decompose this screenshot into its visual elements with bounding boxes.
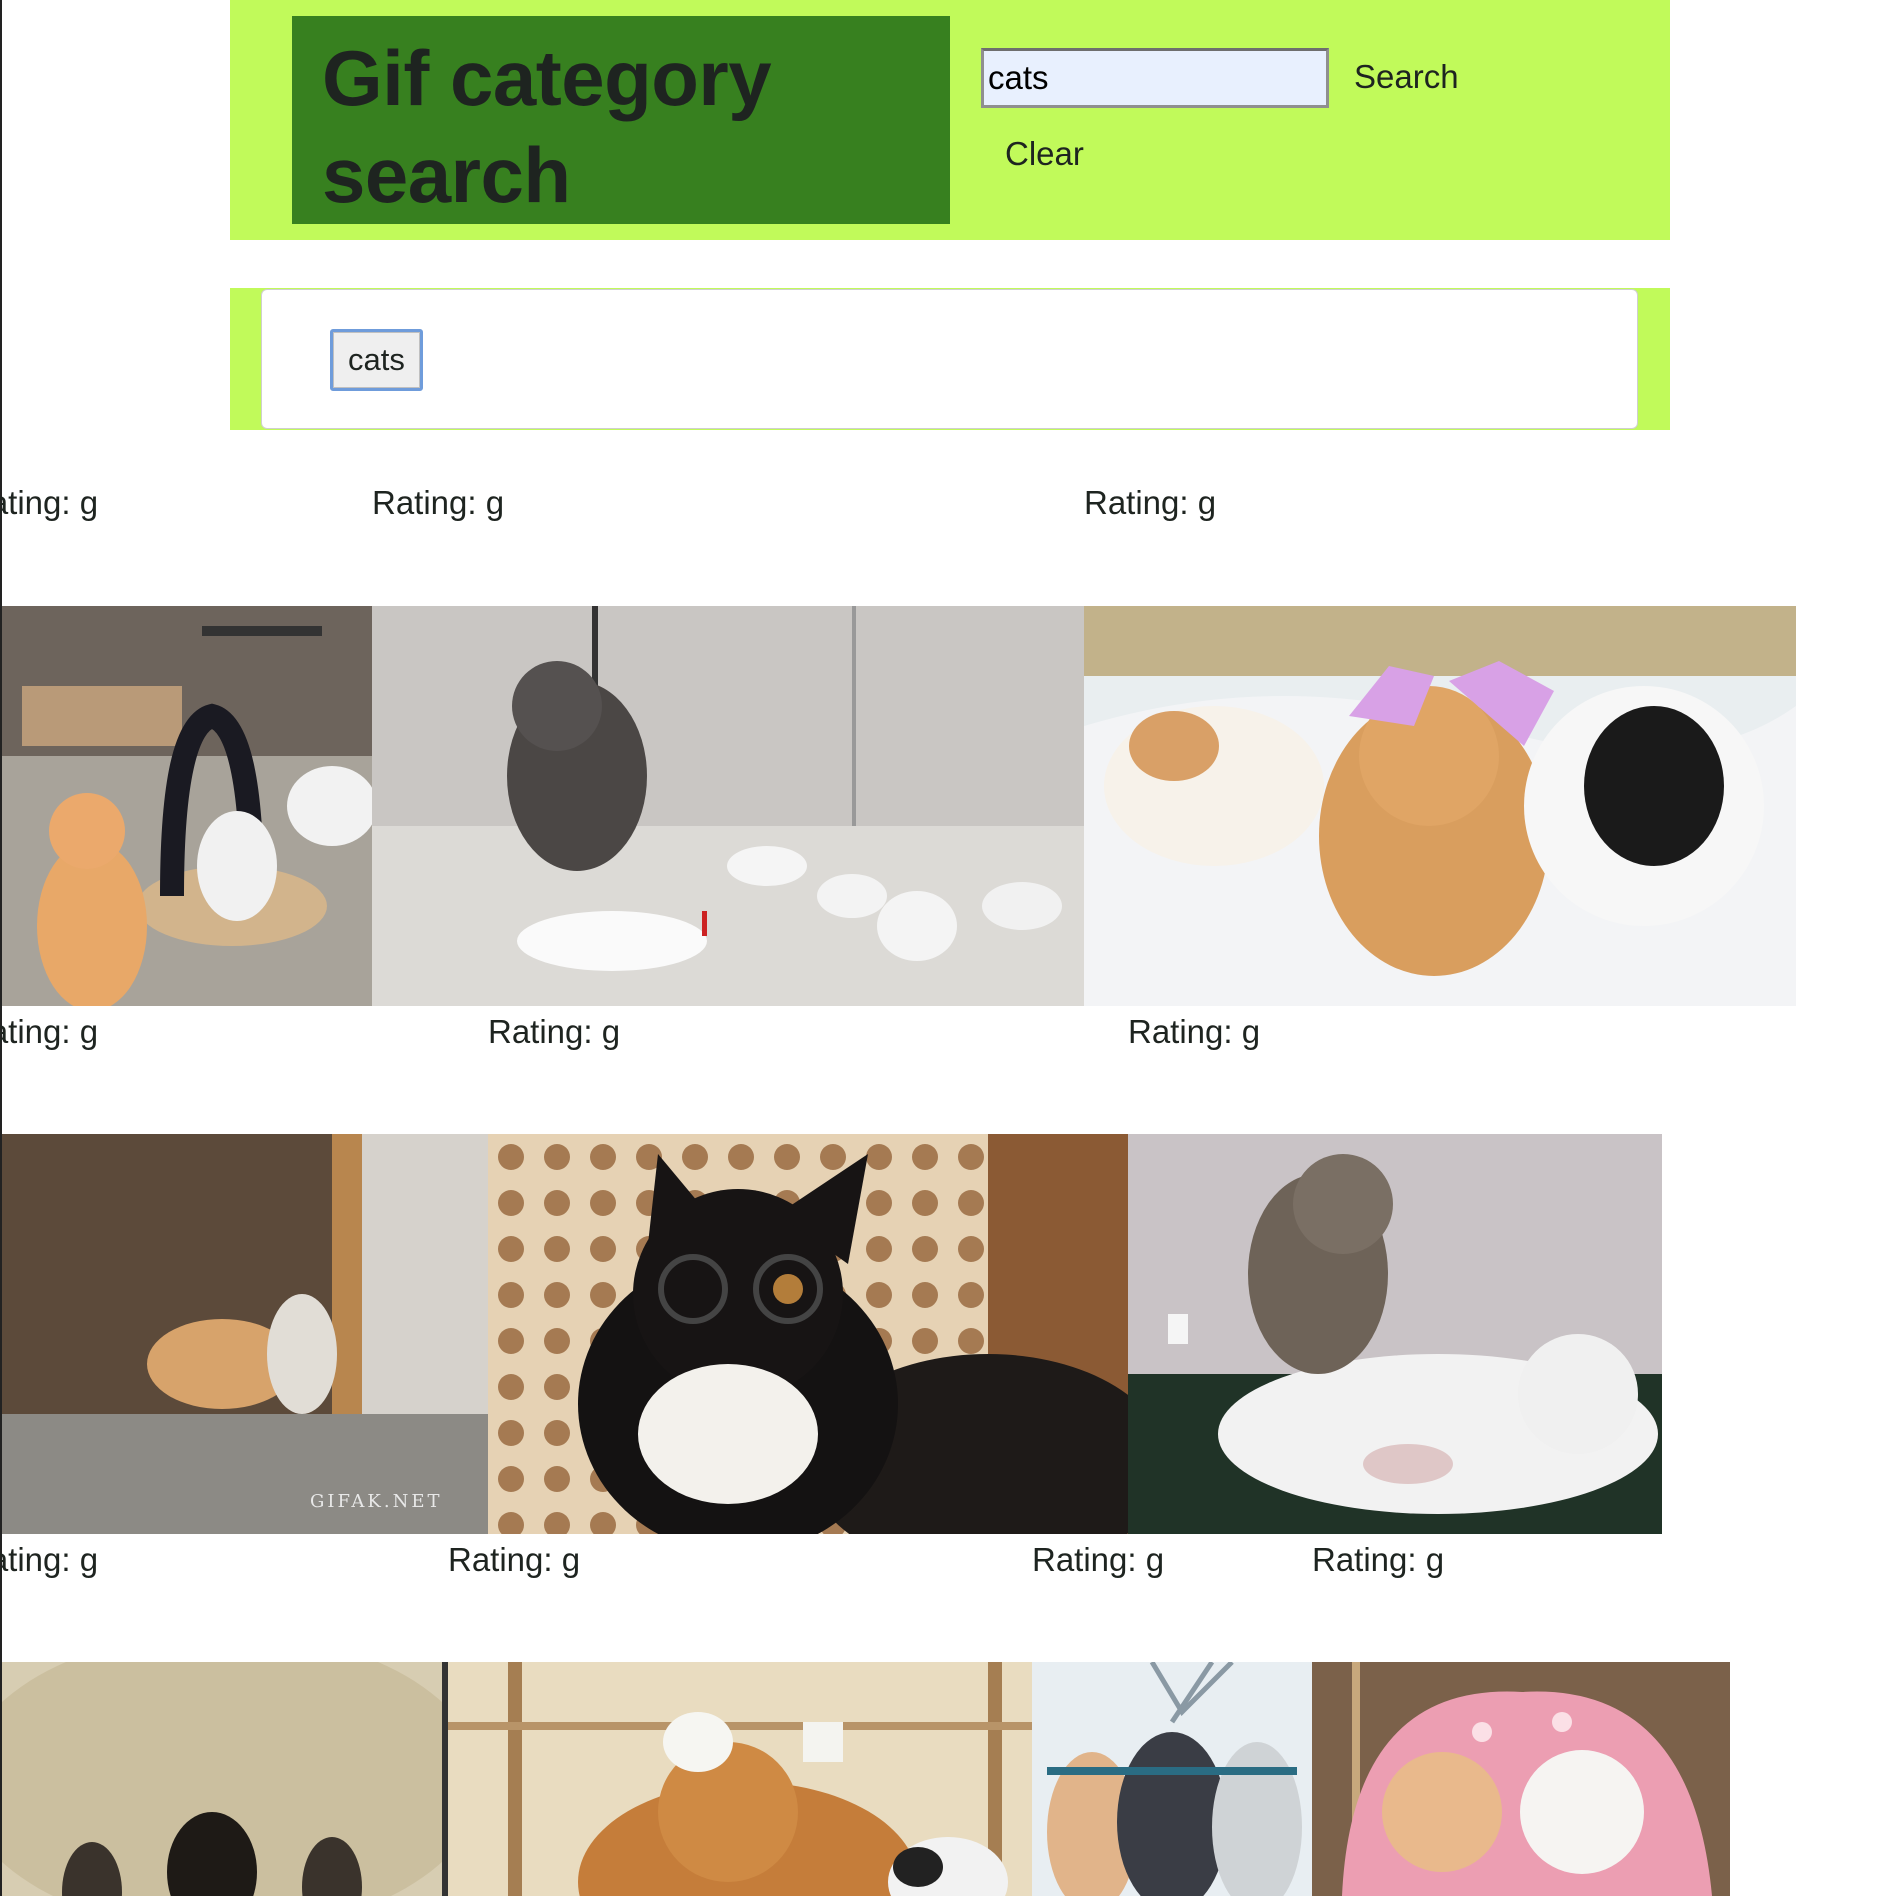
gif-image[interactable] — [2, 1662, 448, 1896]
page-title: Gif category search — [322, 34, 772, 219]
title-box: Gif category search — [292, 16, 950, 224]
gif-rating-label: Rating: g — [1084, 484, 1217, 521]
gif-rating-label: Rating: g — [1312, 1541, 1445, 1578]
header-bar: Gif category search Search Clear — [230, 0, 1670, 240]
gif-image[interactable] — [2, 606, 372, 1006]
gif-image[interactable] — [448, 1662, 1032, 1896]
gif-image[interactable] — [1084, 606, 1796, 1006]
clear-button[interactable]: Clear — [1005, 135, 1084, 173]
gif-image[interactable] — [1128, 1134, 1662, 1534]
category-panel: cats — [230, 288, 1670, 430]
gif-image[interactable]: GIFAK.NET — [2, 1134, 488, 1534]
gif-rating-label: Rating: g — [448, 1541, 581, 1578]
gif-image[interactable] — [1312, 1662, 1730, 1896]
gif-image[interactable] — [1032, 1662, 1312, 1896]
search-input[interactable] — [981, 48, 1329, 108]
gif-rating-label: Rating: g — [0, 484, 99, 521]
category-list: cats — [261, 289, 1638, 429]
gif-rating-label: Rating: g — [1032, 1541, 1165, 1578]
category-button-cats[interactable]: cats — [330, 329, 423, 391]
gif-image[interactable] — [488, 1134, 1128, 1534]
gif-rating-label: Rating: g — [1128, 1013, 1261, 1050]
gif-image[interactable] — [372, 606, 1084, 1006]
gif-rating-label: Rating: g — [372, 484, 505, 521]
gif-rating-label: Rating: g — [0, 1013, 99, 1050]
gif-rating-label: Rating: g — [488, 1013, 621, 1050]
watermark: GIFAK.NET — [310, 1491, 442, 1512]
search-button[interactable]: Search — [1354, 58, 1459, 96]
gif-rating-label: Rating: g — [0, 1541, 99, 1578]
